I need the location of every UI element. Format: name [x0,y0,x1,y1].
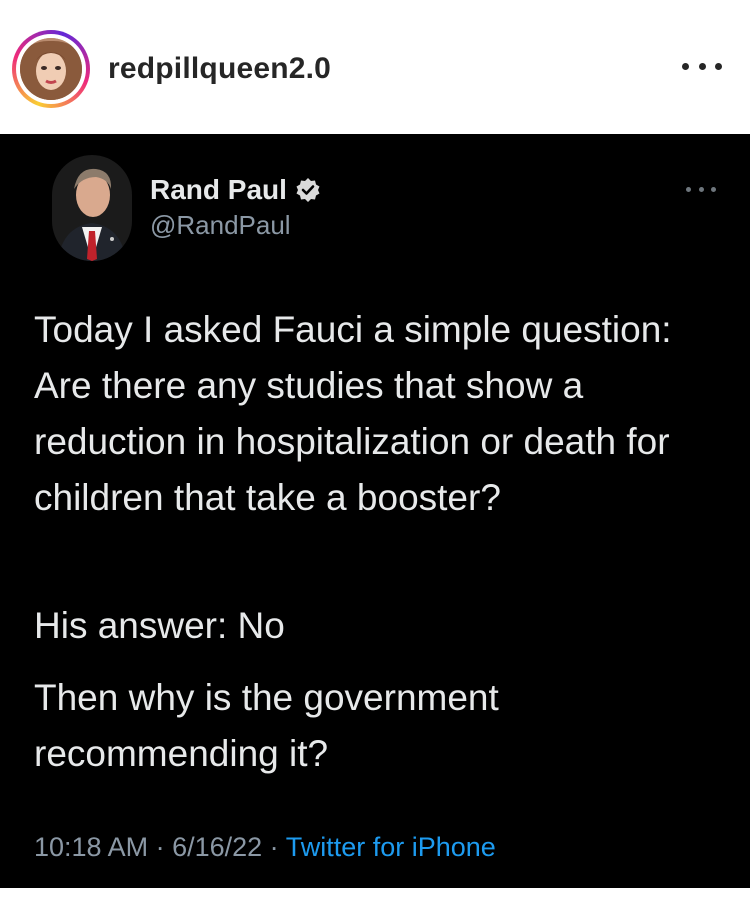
post-header: redpillqueen2.0 [0,0,750,134]
verified-badge-icon [295,177,321,203]
meta-separator: · [262,832,286,862]
tweet-source: Twitter for iPhone [285,832,496,862]
tweet-paragraph-1: Today I asked Fauci a simple question: A… [34,309,672,518]
tweet-paragraph-3: Then why is the government recommending … [34,677,499,774]
meta-separator: · [148,832,173,862]
tweet-paragraph-2: His answer: No [34,605,285,646]
username[interactable]: redpillqueen2.0 [108,52,331,86]
author-name-text: Rand Paul [150,174,287,205]
tweet-author-avatar [52,155,132,261]
tweet-more-icon [686,184,716,194]
tweet-author-name: Rand Paul [150,174,321,206]
tweet-date: 6/16/22 [172,832,263,862]
tweet-author-handle: @RandPaul [150,210,291,240]
profile-avatar[interactable] [12,30,90,108]
post-bottom-strip [0,888,750,901]
avatar-photo [20,38,82,100]
more-options-icon[interactable] [682,54,722,78]
tweet-time: 10:18 AM [34,832,149,862]
tweet-meta: 10:18 AM · 6/16/22 · Twitter for iPhone [34,832,496,863]
